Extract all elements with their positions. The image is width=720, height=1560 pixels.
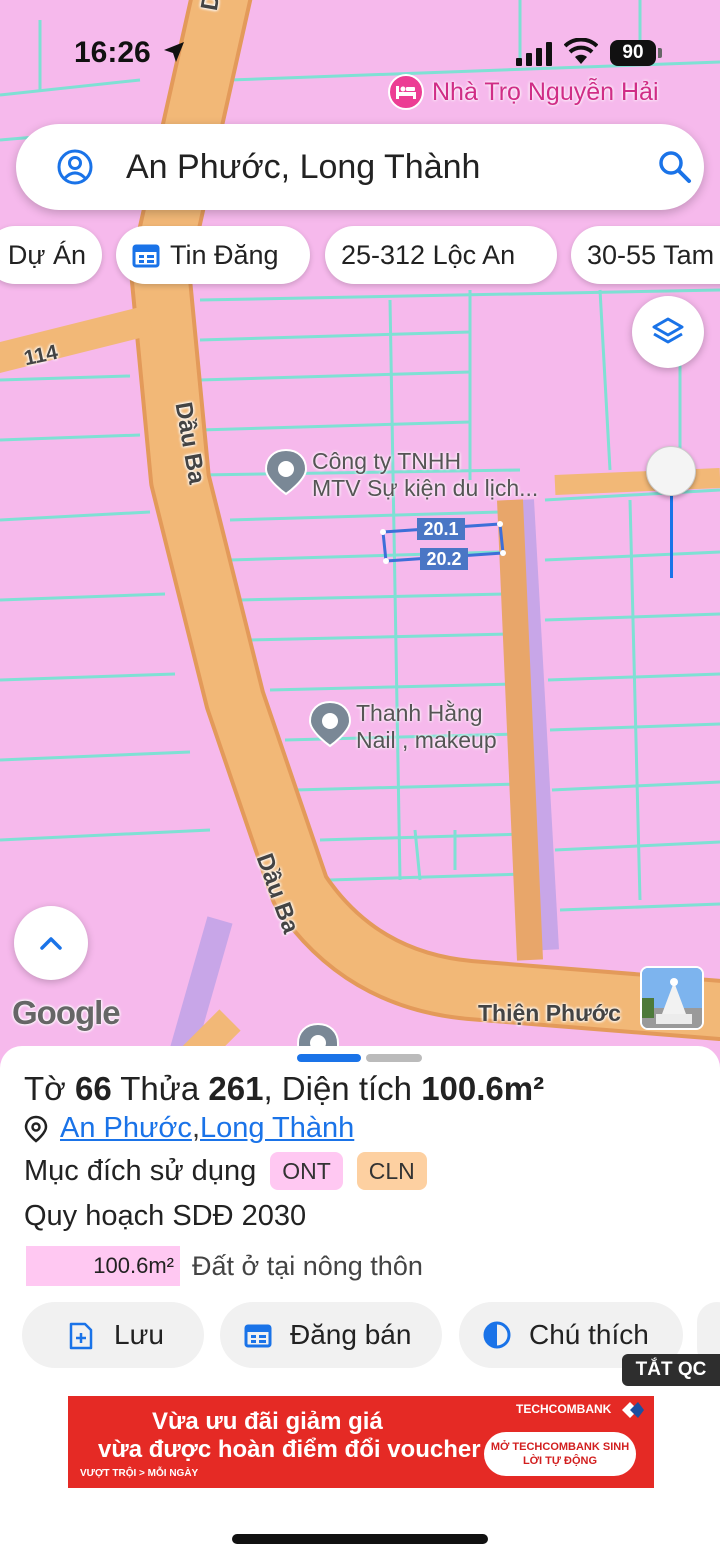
post-for-sale-label: Đăng bán — [290, 1319, 412, 1350]
hide-ads-button[interactable]: TẮT QC — [622, 1354, 720, 1386]
calendar-icon — [244, 1324, 272, 1348]
plan-area-row: 100.6m² Đất ở tại nông thôn — [26, 1246, 423, 1286]
poi-company[interactable]: Công ty TNHH MTV Sự kiện du lịch... — [264, 448, 538, 502]
save-button-label: Lưu — [114, 1319, 164, 1350]
chevron-up-icon — [40, 937, 62, 950]
ad-line1: Vừa ưu đãi giảm giá — [152, 1408, 383, 1435]
poi-company-line1: Công ty TNHH — [312, 448, 462, 474]
wifi-icon — [564, 38, 598, 64]
poi-nail[interactable]: Thanh Hằng Nail , makeup — [308, 700, 497, 754]
account-icon[interactable] — [56, 148, 94, 186]
calendar-icon — [132, 242, 160, 268]
poi-company-line2: MTV Sự kiện du lịch... — [312, 475, 539, 501]
layers-icon — [652, 317, 684, 344]
address-separator: , — [191, 1112, 200, 1144]
chip-tam-label: 30-55 Tam — [587, 239, 715, 270]
search-query[interactable]: An Phước, Long Thành — [126, 148, 480, 187]
chip-loc-an-label: 25-312 Lộc An — [341, 239, 516, 270]
expand-panel-button[interactable] — [14, 906, 88, 980]
place-pin-icon — [264, 448, 308, 496]
status-bar: 16:26 90 — [0, 0, 720, 100]
slider-track[interactable] — [670, 496, 673, 578]
sheet-page-indicator-active[interactable] — [297, 1054, 361, 1062]
chip-du-an-label: Dự Án — [7, 239, 86, 270]
save-doc-icon — [69, 1322, 93, 1350]
usage-label: Mục đích sử dụng — [24, 1154, 257, 1187]
plan-area-desc: Đất ở tại nông thôn — [192, 1250, 423, 1281]
ad-area: Vừa ưu đãi giảm giá vừa được hoàn điểm đ… — [0, 1386, 720, 1560]
chip-du-an[interactable]: Dự Án — [0, 226, 102, 284]
cellular-signal-icon — [516, 42, 552, 66]
save-button[interactable]: Lưu — [22, 1302, 204, 1368]
poi-nail-line1: Thanh Hằng — [356, 700, 483, 726]
ad-brand: TECHCOMBANK — [516, 1402, 612, 1416]
usage-tag-ont[interactable]: ONT — [270, 1152, 343, 1190]
action-buttons: Lưu Đăng bán Chú thích — [0, 1302, 720, 1368]
ad-line2: vừa được hoàn điểm đổi voucher — [98, 1436, 481, 1463]
post-for-sale-button[interactable]: Đăng bán — [220, 1302, 442, 1368]
filter-chips: Dự Án Tin Đăng 25-312 Lộc An 30-55 Tam — [0, 226, 720, 284]
ad-banner[interactable]: Vừa ưu đãi giảm giá vừa được hoàn điểm đ… — [68, 1396, 654, 1488]
chip-tin-dang[interactable]: Tin Đăng — [116, 226, 310, 284]
search-bar[interactable]: An Phước, Long Thành — [16, 124, 704, 210]
slider-knob[interactable] — [646, 446, 696, 496]
parcel-info-sheet[interactable]: Tờ 66 Thửa 261, Diện tích 100.6m² An Phư… — [0, 1046, 720, 1386]
search-icon[interactable] — [658, 150, 692, 184]
battery-indicator: 90 — [610, 40, 656, 66]
place-pin-icon — [308, 700, 352, 748]
legend-icon — [483, 1321, 511, 1349]
chip-tin-dang-label: Tin Đăng — [170, 239, 279, 270]
legend-button-label: Chú thích — [529, 1319, 649, 1350]
sheet-number: 66 — [74, 1070, 112, 1107]
poi-nail-line2: Nail , makeup — [356, 727, 497, 753]
ad-cta-button[interactable]: MỞ TECHCOMBANK SINH LỜI TỰ ĐỘNG — [484, 1432, 636, 1476]
location-pin-icon — [24, 1115, 48, 1143]
chip-25-312-loc-an[interactable]: 25-312 Lộc An — [325, 226, 557, 284]
parcel-title: Tờ 66 Thửa 261, Diện tích 100.6m² — [24, 1070, 545, 1107]
google-logo: Google — [12, 994, 121, 1031]
parcel-label-20-1[interactable]: 20.1 — [417, 518, 465, 540]
address-district-link[interactable]: Long Thành — [200, 1112, 354, 1145]
usage-tag-cln[interactable]: CLN — [356, 1152, 427, 1190]
battery-tip — [658, 48, 662, 58]
street-view-thumbnail[interactable] — [640, 966, 704, 1030]
parcel-label-20-2[interactable]: 20.2 — [420, 548, 468, 570]
plan-label: Quy hoạch SDĐ 2030 — [24, 1200, 307, 1232]
ad-slogan: VƯỢT TRỘI > MỖI NGÀY — [80, 1468, 199, 1479]
sheet-page-indicator[interactable] — [366, 1054, 422, 1062]
status-time: 16:26 — [74, 36, 151, 69]
parcel-area: 100.6m² — [421, 1070, 545, 1107]
plan-area-value: 100.6m² — [26, 1246, 180, 1286]
plot-number: 261 — [208, 1070, 264, 1107]
location-arrow-icon — [164, 42, 184, 62]
parcel-address: An Phước, Long Thành — [24, 1112, 354, 1145]
layers-button[interactable] — [632, 296, 704, 368]
opacity-slider[interactable] — [646, 446, 698, 586]
home-indicator[interactable] — [232, 1534, 488, 1544]
place-label-thien-phuoc: Thiện Phước — [478, 1000, 621, 1026]
chip-30-55-tam[interactable]: 30-55 Tam — [571, 226, 720, 284]
address-commune-link[interactable]: An Phước — [60, 1112, 192, 1145]
land-usage-row: Mục đích sử dụng ONT CLN — [24, 1152, 427, 1190]
brand-logo-icon — [622, 1402, 644, 1418]
